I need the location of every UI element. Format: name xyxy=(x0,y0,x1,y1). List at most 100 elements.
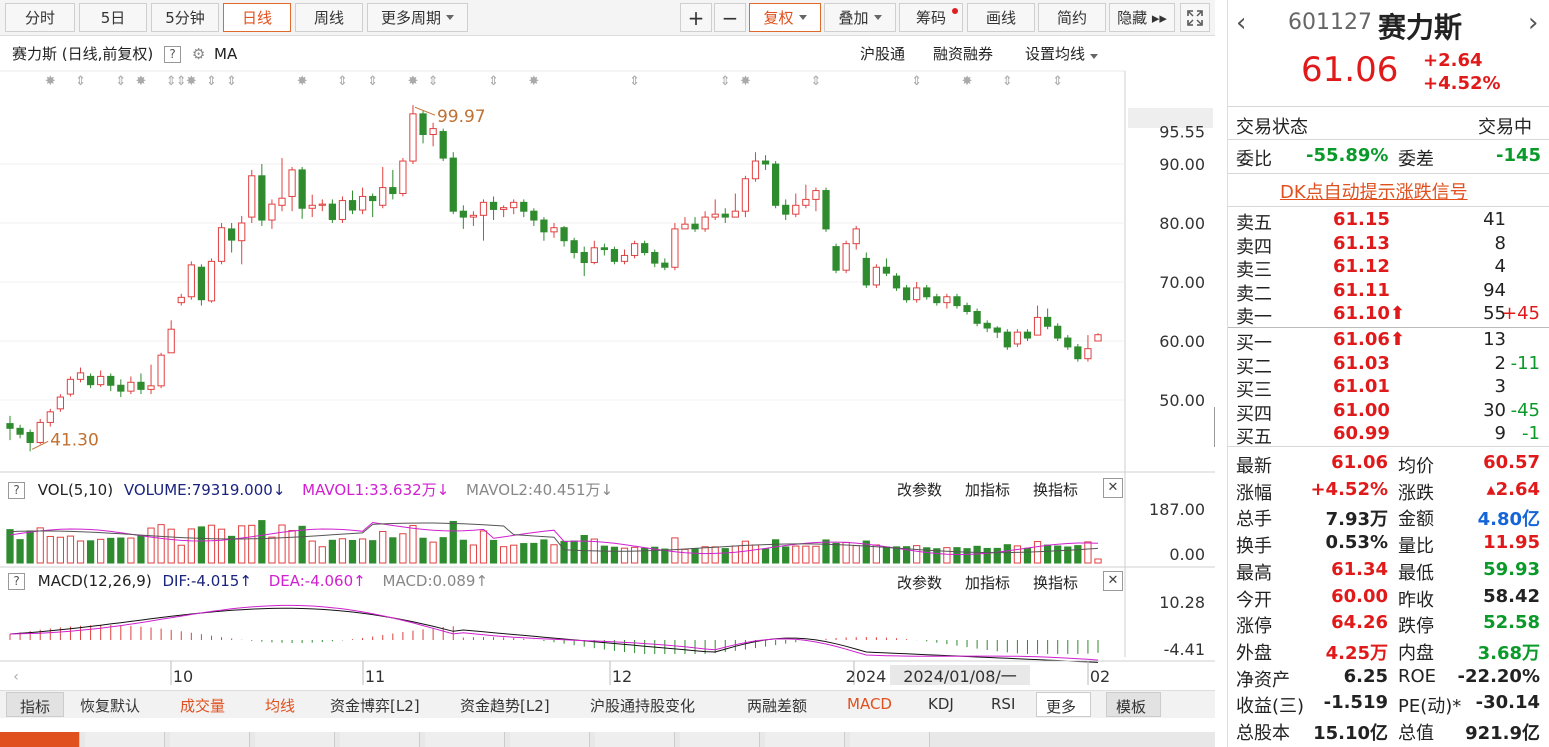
ind-restore-default[interactable]: 恢复默认 xyxy=(80,695,140,716)
candle-body xyxy=(721,213,729,218)
order-row[interactable]: 买四 61.00 30 -45 xyxy=(1228,400,1549,425)
adjust-button[interactable]: 复权 xyxy=(749,3,821,32)
tab-5day[interactable]: 5日 xyxy=(79,3,147,32)
bottom-tab-11[interactable] xyxy=(850,732,930,747)
bottom-tab-7[interactable] xyxy=(510,732,590,747)
stat-label: 总值 xyxy=(1398,723,1434,744)
candle-body xyxy=(782,204,790,215)
ind-kdj[interactable]: KDJ xyxy=(928,695,954,713)
volume-bar xyxy=(56,536,64,564)
bottom-tab-6[interactable] xyxy=(425,732,505,747)
macd-edit-params[interactable]: 改参数 xyxy=(897,572,942,593)
event-marker-icon: ⇕ xyxy=(1052,74,1063,89)
indicator-bar: 指标 恢复默认 成交量 均线 资金博弈[L2] 资金趋势[L2] 沪股通持股变化… xyxy=(0,690,1215,718)
order-price: 61.10⬆ xyxy=(1333,303,1406,324)
ind-indicators[interactable]: 指标 xyxy=(6,692,64,717)
order-row[interactable]: 买三 61.01 3 xyxy=(1228,376,1549,401)
ind-fund-game[interactable]: 资金博弈[L2] xyxy=(330,695,420,716)
order-row[interactable]: 卖一 61.10⬆ 55 +45 xyxy=(1228,303,1549,328)
volume-bar xyxy=(26,530,34,564)
chips-button[interactable]: 筹码 xyxy=(899,3,963,32)
vol-edit-params[interactable]: 改参数 xyxy=(897,479,942,500)
dk-signal-link[interactable]: DK点自动提示涨跌信号 xyxy=(1280,178,1468,204)
bottom-tab-10[interactable] xyxy=(765,732,845,747)
zoom-in-button[interactable]: + xyxy=(680,3,712,32)
volume-bar xyxy=(520,543,528,564)
ind-fund-trend[interactable]: 资金趋势[L2] xyxy=(460,695,550,716)
mavol1-arrow: ↓ xyxy=(436,481,450,499)
volume-bar xyxy=(117,537,125,564)
price-axis-label: 60.00 xyxy=(1159,332,1205,351)
zoom-out-button[interactable]: − xyxy=(714,3,746,32)
prev-stock-icon[interactable]: ‹ xyxy=(1236,8,1246,38)
volume-bar xyxy=(187,528,195,564)
candle-body xyxy=(1033,316,1042,336)
ind-margin-diff[interactable]: 两融差额 xyxy=(747,695,807,716)
order-row[interactable]: 卖三 61.12 4 xyxy=(1228,256,1549,281)
next-stock-icon[interactable]: › xyxy=(1528,8,1538,38)
candle-body xyxy=(1094,334,1102,342)
macd-add-indicator[interactable]: 加指标 xyxy=(965,572,1010,593)
tab-daily[interactable]: 日线 xyxy=(223,3,291,32)
stat-label: 外盘 xyxy=(1236,642,1272,664)
stat-label: 最高 xyxy=(1236,562,1272,584)
fullscreen-button[interactable] xyxy=(1180,3,1210,32)
order-row[interactable]: 卖二 61.11 94 xyxy=(1228,280,1549,305)
vol-help-icon[interactable]: ? xyxy=(8,482,25,499)
order-row[interactable]: 卖四 61.13 8 xyxy=(1228,233,1549,258)
ind-volume[interactable]: 成交量 xyxy=(180,695,225,716)
volume-bar xyxy=(731,545,739,564)
hide-button[interactable]: 隐藏 ▸▸ xyxy=(1109,3,1175,32)
ind-hk-holding[interactable]: 沪股通持股变化 xyxy=(590,695,695,716)
tab-5min[interactable]: 5分钟 xyxy=(151,3,219,32)
volume-bar xyxy=(973,545,981,564)
simple-button[interactable]: 简约 xyxy=(1038,3,1106,32)
ind-rsi[interactable]: RSI xyxy=(991,695,1015,713)
bottom-tab-9[interactable] xyxy=(680,732,760,747)
candle-body xyxy=(691,223,699,230)
ind-template[interactable]: 模板 xyxy=(1106,692,1161,717)
ind-ma[interactable]: 均线 xyxy=(265,695,295,716)
order-row[interactable]: 买五 60.99 9 -1 xyxy=(1228,423,1549,448)
volume-bar xyxy=(107,537,115,564)
macd-value: MACD:0.089 xyxy=(382,572,476,590)
divider-1 xyxy=(1228,106,1549,107)
order-delta: -1 xyxy=(1522,423,1540,444)
vol-close-icon[interactable]: ✕ xyxy=(1103,478,1123,498)
tab-more-periods[interactable]: 更多周期 xyxy=(367,3,468,32)
ind-more[interactable]: 更多 xyxy=(1036,692,1091,717)
bottom-tab-8[interactable] xyxy=(595,732,675,747)
macd-help-icon[interactable]: ? xyxy=(8,573,25,590)
tab-weekly[interactable]: 周线 xyxy=(295,3,363,32)
time-axis-label: 2024 xyxy=(846,667,887,686)
bottom-tab-1[interactable] xyxy=(0,732,80,747)
volume-bar xyxy=(207,524,216,564)
overlay-button[interactable]: 叠加 xyxy=(824,3,896,32)
weibi-value: -55.89% xyxy=(1306,145,1389,166)
event-marker-icon: ✸ xyxy=(45,74,56,89)
volume-bar xyxy=(530,542,538,564)
order-level-label: 卖二 xyxy=(1236,283,1272,305)
order-row[interactable]: 买一 61.06⬆ 13 xyxy=(1228,329,1549,354)
ind-macd[interactable]: MACD xyxy=(847,695,892,713)
bottom-tab-5[interactable] xyxy=(340,732,420,747)
macd-close-icon[interactable]: ✕ xyxy=(1103,571,1123,591)
vol-switch-indicator[interactable]: 换指标 xyxy=(1033,479,1078,500)
bottom-tab-2[interactable] xyxy=(85,732,165,747)
candle-body xyxy=(751,160,760,180)
tab-intraday[interactable]: 分时 xyxy=(5,3,75,32)
draw-button[interactable]: 画线 xyxy=(967,3,1035,32)
order-row[interactable]: 买二 61.03 2 -11 xyxy=(1228,353,1549,378)
stat-label: 最新 xyxy=(1236,456,1272,477)
macd-switch-indicator[interactable]: 换指标 xyxy=(1033,572,1078,593)
vol-volume: VOLUME:79319.000 xyxy=(123,481,273,499)
order-row[interactable]: 卖五 61.15 41 xyxy=(1228,209,1549,234)
volume-bar xyxy=(983,547,991,564)
bottom-tab-4[interactable] xyxy=(255,732,335,747)
candle-body xyxy=(530,210,538,221)
bottom-tab-3[interactable] xyxy=(170,732,250,747)
candle-body xyxy=(137,381,145,390)
candle-body xyxy=(26,431,34,443)
vol-add-indicator[interactable]: 加指标 xyxy=(965,479,1010,500)
candle-body xyxy=(1044,316,1052,327)
